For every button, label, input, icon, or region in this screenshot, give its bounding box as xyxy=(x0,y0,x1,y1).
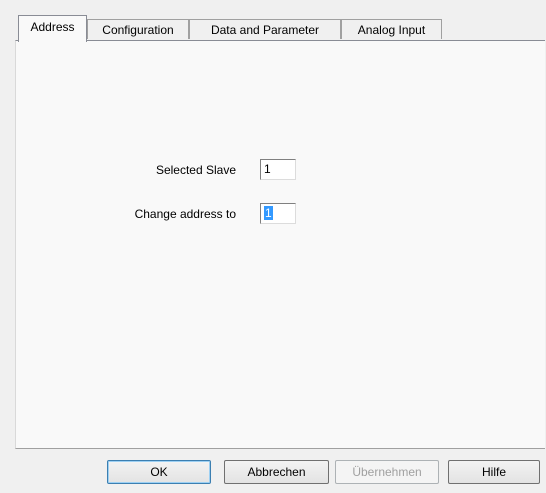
tab-analog-input[interactable]: Analog Input xyxy=(341,19,442,39)
ok-button-label: OK xyxy=(150,465,168,479)
change-address-value: 1 xyxy=(264,206,273,220)
tab-data-and-parameter-label: Data and Parameter xyxy=(210,22,320,37)
ok-button[interactable]: OK xyxy=(107,460,211,484)
selected-slave-value: 1 xyxy=(264,162,271,176)
selected-slave-label: Selected Slave xyxy=(155,163,236,177)
apply-button-label: Übernehmen xyxy=(352,465,422,479)
change-address-label: Change address to xyxy=(134,207,236,221)
tab-panel-address xyxy=(15,40,545,449)
apply-button: Übernehmen xyxy=(335,460,439,484)
tab-address-label: Address xyxy=(30,19,75,34)
cancel-button-label: Abbrechen xyxy=(247,465,306,479)
cancel-button[interactable]: Abbrechen xyxy=(224,460,329,484)
tab-configuration[interactable]: Configuration xyxy=(87,19,189,39)
change-address-input[interactable]: 1 xyxy=(260,203,296,224)
property-dialog: { "tabs": [ {"label": "Address", "active… xyxy=(0,0,546,493)
help-button[interactable]: Hilfe xyxy=(448,460,540,484)
tab-configuration-label: Configuration xyxy=(102,22,174,37)
tab-address[interactable]: Address xyxy=(18,15,87,42)
tab-data-and-parameter[interactable]: Data and Parameter xyxy=(189,19,341,39)
selected-slave-field[interactable]: 1 xyxy=(260,159,296,180)
tab-analog-input-label: Analog Input xyxy=(357,22,426,37)
help-button-label: Hilfe xyxy=(481,465,506,479)
